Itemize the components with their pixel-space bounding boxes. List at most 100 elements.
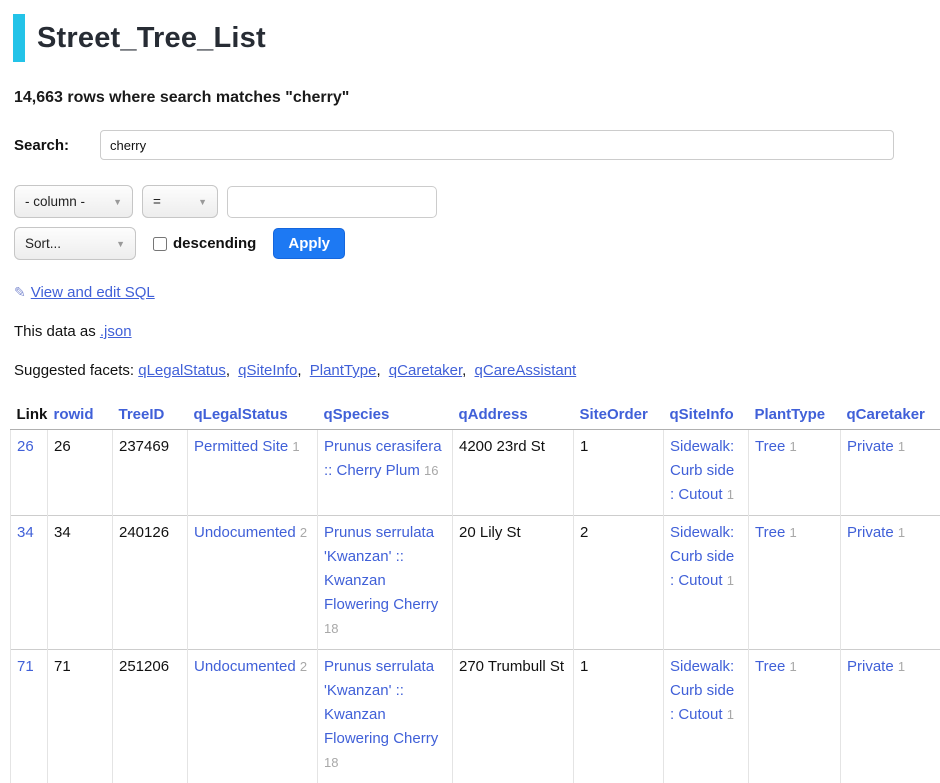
json-link[interactable]: .json <box>100 323 132 340</box>
column-header-qlegalstatus-link[interactable]: qLegalStatus <box>194 406 288 423</box>
facet-link-planttype[interactable]: PlantType <box>310 362 377 379</box>
facet-value-link[interactable]: Private <box>847 524 894 541</box>
facet-separator: , <box>462 362 466 379</box>
facet-separator: , <box>226 362 230 379</box>
facet-link-qcaretaker[interactable]: qCaretaker <box>389 362 462 379</box>
search-label: Search: <box>14 137 100 154</box>
column-header-qspecies[interactable]: qSpecies <box>318 403 453 430</box>
facet-count: 18 <box>324 755 338 770</box>
siteorder-cell: 1 <box>574 430 664 516</box>
planttype-cell: Tree 1 <box>749 516 841 650</box>
filter-row: - column - ▼ = ▼ <box>14 185 940 218</box>
row-link[interactable]: 34 <box>17 524 34 541</box>
page-title: Street_Tree_List <box>13 14 940 62</box>
column-header-qsiteinfo[interactable]: qSiteInfo <box>664 403 749 430</box>
facet-count: 1 <box>789 659 796 674</box>
column-select[interactable]: - column - ▼ <box>14 185 133 218</box>
planttype-cell: Tree 1 <box>749 650 841 783</box>
chevron-down-icon: ▼ <box>198 197 207 207</box>
column-header-qaddress[interactable]: qAddress <box>453 403 574 430</box>
sort-select[interactable]: Sort... ▼ <box>14 227 136 260</box>
filter-value-input[interactable] <box>227 186 437 218</box>
qlegalstatus-cell: Undocumented 2 <box>188 516 318 650</box>
qaddress-cell: 270 Trumbull St <box>453 650 574 783</box>
column-header-qspecies-link[interactable]: qSpecies <box>324 406 390 423</box>
qcaretaker-cell: Private 1 <box>841 650 940 783</box>
facet-value-link[interactable]: Permitted Site <box>194 438 288 455</box>
column-header-rowid[interactable]: rowid <box>48 403 113 430</box>
facet-value-link[interactable]: Prunus serrulata 'Kwanzan' :: Kwanzan Fl… <box>324 658 438 747</box>
facet-count: 1 <box>789 439 796 454</box>
row-link[interactable]: 26 <box>17 438 34 455</box>
descending-label: descending <box>173 235 256 252</box>
qaddress-cell: 4200 23rd St <box>453 430 574 516</box>
column-header-qcaretaker-link[interactable]: qCaretaker <box>847 406 925 423</box>
table-row: 34 34 240126 Undocumented 2 Prunus serru… <box>11 516 940 650</box>
apply-button[interactable]: Apply <box>273 228 345 259</box>
siteorder-cell: 1 <box>574 650 664 783</box>
facet-value-link[interactable]: Undocumented <box>194 524 296 541</box>
rowid-cell: 26 <box>48 430 113 516</box>
facet-value-link[interactable]: Sidewalk: Curb side : Cutout <box>670 524 734 589</box>
results-table: Link rowid TreeID qLegalStatus qSpecies … <box>10 403 940 783</box>
header-row: Link rowid TreeID qLegalStatus qSpecies … <box>11 403 940 430</box>
facet-value-link[interactable]: Sidewalk: Curb side : Cutout <box>670 658 734 723</box>
column-header-siteorder[interactable]: SiteOrder <box>574 403 664 430</box>
facet-count: 16 <box>424 463 438 478</box>
facet-count: 1 <box>292 439 299 454</box>
operator-select[interactable]: = ▼ <box>142 185 218 218</box>
view-edit-sql-link[interactable]: View and edit SQL <box>31 284 155 301</box>
column-header-siteorder-link[interactable]: SiteOrder <box>580 406 648 423</box>
facet-value-link[interactable]: Tree <box>755 438 785 455</box>
search-form: Search: <box>14 130 940 160</box>
search-input[interactable] <box>100 130 894 160</box>
row-count-summary: 14,663 rows where search matches "cherry… <box>14 89 940 107</box>
facet-value-link[interactable]: Sidewalk: Curb side : Cutout <box>670 438 734 503</box>
facet-value-link[interactable]: Undocumented <box>194 658 296 675</box>
column-header-planttype-link[interactable]: PlantType <box>755 406 826 423</box>
facet-count: 1 <box>727 573 734 588</box>
facet-link-qlegalstatus[interactable]: qLegalStatus <box>138 362 226 379</box>
column-header-qlegalstatus[interactable]: qLegalStatus <box>188 403 318 430</box>
siteorder-cell: 2 <box>574 516 664 650</box>
column-header-treeid[interactable]: TreeID <box>113 403 188 430</box>
rowid-cell: 34 <box>48 516 113 650</box>
row-link[interactable]: 71 <box>17 658 34 675</box>
chevron-down-icon: ▼ <box>116 239 125 249</box>
treeid-cell: 237469 <box>113 430 188 516</box>
column-header-qcaretaker[interactable]: qCaretaker <box>841 403 940 430</box>
facets-prefix: Suggested facets: <box>14 362 138 379</box>
facet-value-link[interactable]: Private <box>847 438 894 455</box>
table-row: 26 26 237469 Permitted Site 1 Prunus cer… <box>11 430 940 516</box>
facet-count: 1 <box>898 439 905 454</box>
qspecies-cell: Prunus serrulata 'Kwanzan' :: Kwanzan Fl… <box>318 650 453 783</box>
data-as-prefix: This data as <box>14 323 100 340</box>
facet-link-qcareassistant[interactable]: qCareAssistant <box>475 362 577 379</box>
treeid-cell: 251206 <box>113 650 188 783</box>
qcaretaker-cell: Private 1 <box>841 516 940 650</box>
qlegalstatus-cell: Undocumented 2 <box>188 650 318 783</box>
facet-count: 1 <box>727 487 734 502</box>
column-header-qsiteinfo-link[interactable]: qSiteInfo <box>670 406 734 423</box>
facet-count: 1 <box>727 707 734 722</box>
sort-select-value: Sort... <box>25 236 61 251</box>
column-header-planttype[interactable]: PlantType <box>749 403 841 430</box>
facet-count: 18 <box>324 621 338 636</box>
facet-value-link[interactable]: Tree <box>755 658 785 675</box>
planttype-cell: Tree 1 <box>749 430 841 516</box>
column-header-qaddress-link[interactable]: qAddress <box>459 406 528 423</box>
qaddress-cell: 20 Lily St <box>453 516 574 650</box>
column-header-rowid-link[interactable]: rowid <box>54 406 94 423</box>
facet-value-link[interactable]: Tree <box>755 524 785 541</box>
rowid-cell: 71 <box>48 650 113 783</box>
facet-count: 1 <box>898 659 905 674</box>
chevron-down-icon: ▼ <box>113 197 122 207</box>
facet-value-link[interactable]: Prunus serrulata 'Kwanzan' :: Kwanzan Fl… <box>324 524 438 613</box>
table-row: 71 71 251206 Undocumented 2 Prunus serru… <box>11 650 940 783</box>
column-header-treeid-link[interactable]: TreeID <box>119 406 165 423</box>
facet-value-link[interactable]: Private <box>847 658 894 675</box>
sort-row: Sort... ▼ descending Apply <box>14 227 940 260</box>
descending-checkbox[interactable] <box>153 237 167 251</box>
facet-count: 1 <box>898 525 905 540</box>
facet-link-qsiteinfo[interactable]: qSiteInfo <box>238 362 297 379</box>
